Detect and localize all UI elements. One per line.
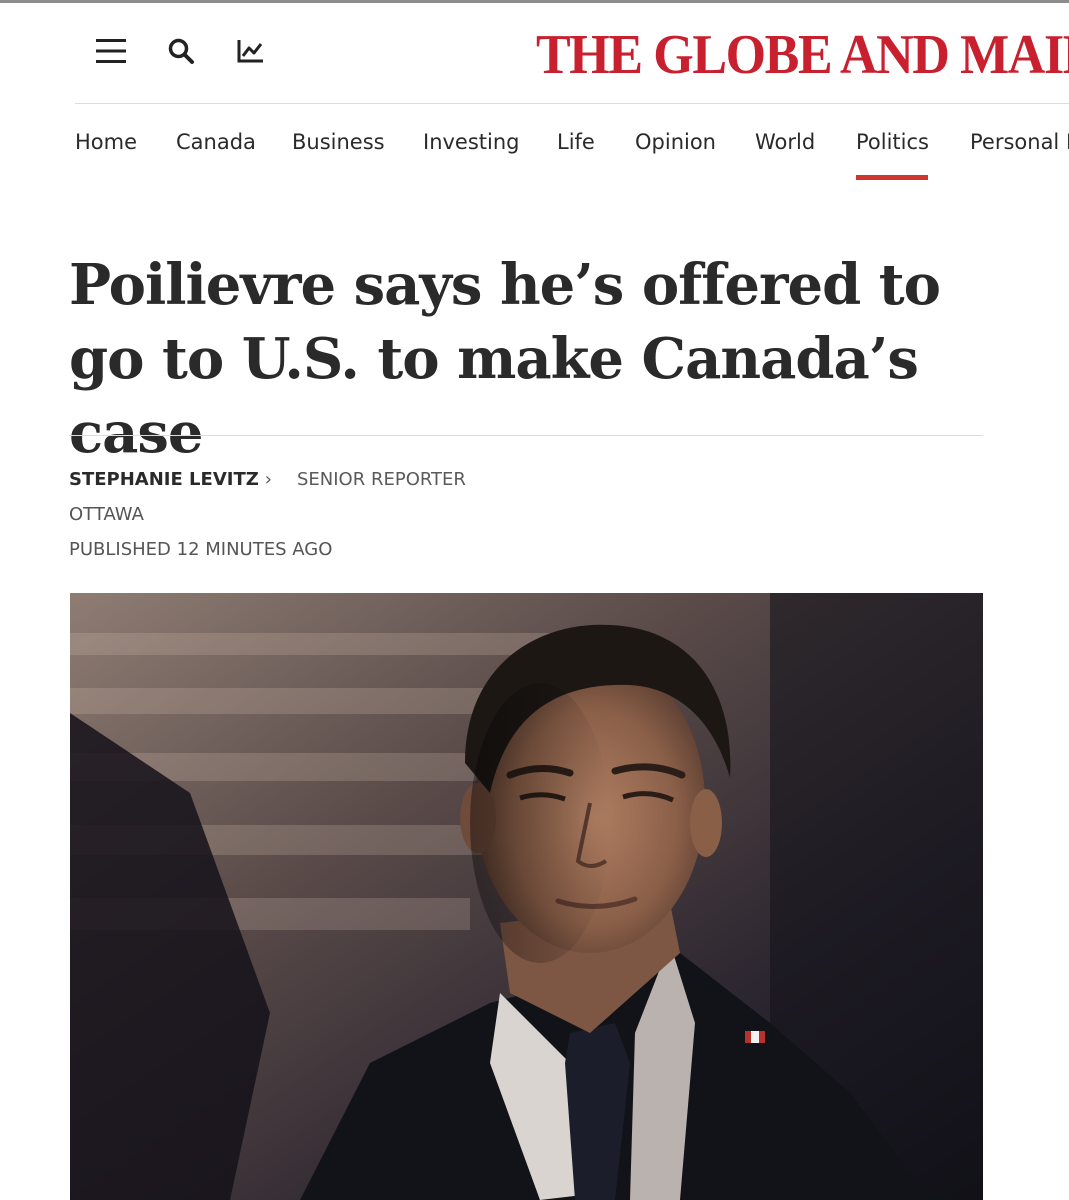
menu-icon: [96, 39, 126, 63]
byline: STEPHANIE LEVITZ › SENIOR REPORTER OTTAWA …: [69, 466, 983, 571]
masthead-logo[interactable]: THE GLOBE AND MAIL: [536, 25, 1069, 85]
nav-item-canada[interactable]: Canada: [176, 127, 256, 157]
markets-chart-icon: [237, 40, 263, 63]
nav-item-opinion[interactable]: Opinion: [635, 127, 716, 157]
search-icon: [168, 38, 194, 64]
nav-item-personal-finance[interactable]: Personal F: [970, 127, 1069, 157]
article-headline: Poilievre says he’s offered to go to U.S…: [69, 252, 941, 466]
section-nav: Home Canada Business Investing Life Opin…: [0, 101, 1069, 191]
nav-item-life[interactable]: Life: [557, 127, 595, 157]
portrait-photo-illustration: [70, 593, 983, 1200]
nav-item-world[interactable]: World: [755, 127, 815, 157]
nav-item-home[interactable]: Home: [75, 127, 137, 157]
article-photo[interactable]: [70, 593, 983, 1200]
nav-item-politics[interactable]: Politics: [856, 127, 929, 157]
active-tab-indicator: [856, 175, 928, 180]
byline-divider: [69, 435, 983, 436]
markets-button[interactable]: [232, 33, 268, 69]
author-role: SENIOR REPORTER: [296, 469, 466, 490]
author-link[interactable]: STEPHANIE LEVITZ: [69, 469, 259, 490]
nav-item-investing[interactable]: Investing: [423, 127, 520, 157]
search-button[interactable]: [163, 33, 199, 69]
chevron-right-icon[interactable]: ›: [265, 466, 272, 494]
nav-item-business[interactable]: Business: [292, 127, 385, 157]
published-time: PUBLISHED 12 MINUTES AGO: [69, 539, 333, 560]
dateline: OTTAWA: [69, 504, 144, 525]
site-header: THE GLOBE AND MAIL: [0, 3, 1069, 104]
menu-button[interactable]: [93, 33, 129, 69]
author-row: STEPHANIE LEVITZ › SENIOR REPORTER: [69, 466, 983, 501]
